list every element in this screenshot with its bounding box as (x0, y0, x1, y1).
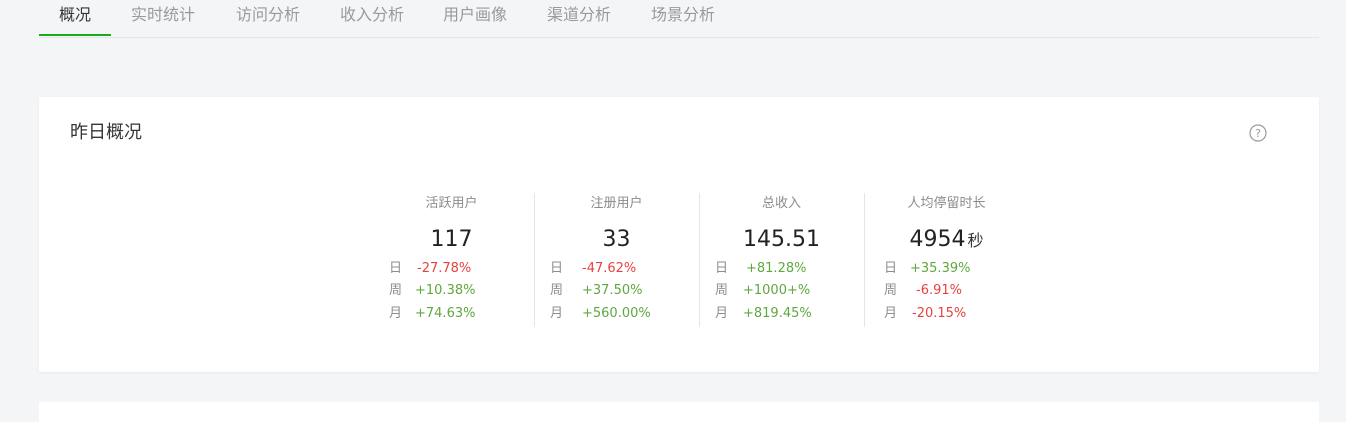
tab-scene-analysis[interactable]: 场景分析 (651, 4, 715, 26)
active-tab-indicator (39, 34, 111, 36)
stats-group: 活跃用户 117 日 -27.78% 周 +10.38% 月 +74.63% 注… (369, 193, 999, 327)
compare-value: +81.28% (746, 261, 807, 276)
stat-label: 活跃用户 (425, 196, 478, 211)
stat-value: 117 (369, 225, 534, 255)
tab-channel-analysis[interactable]: 渠道分析 (547, 4, 611, 26)
question-circle-icon[interactable]: ? (1249, 124, 1267, 142)
stat-number: 117 (430, 227, 473, 252)
stat-value: 4954 秒 (864, 225, 1029, 256)
stat-number: 145.51 (743, 227, 820, 252)
yesterday-overview-card: 昨日概况 ? 活跃用户 117 日 -27.78% 周 +10.38% 月 +7… (39, 97, 1319, 372)
compare-value: +560.00% (582, 306, 651, 321)
compare-key: 月 (550, 306, 564, 321)
compare-value: +10.38% (415, 283, 476, 298)
stat-number: 4954 (909, 227, 966, 252)
stat-label: 人均停留时长 (907, 196, 986, 211)
compare-value: -47.62% (582, 261, 637, 276)
compare-key: 月 (389, 306, 403, 321)
compare-value: +37.50% (582, 283, 643, 298)
stat-value: 145.51 (699, 225, 864, 255)
compare-key: 日 (550, 261, 564, 276)
tab-revenue-analysis[interactable]: 收入分析 (340, 4, 404, 26)
stat-number: 33 (602, 227, 631, 252)
compare-key: 月 (884, 306, 898, 321)
tab-bar: 概况 实时统计 访问分析 收入分析 用户画像 渠道分析 场景分析 (39, 0, 1319, 38)
compare-key: 周 (715, 283, 729, 298)
stat-registered-users: 注册用户 33 日 -47.62% 周 +37.50% 月 +560.00% (534, 193, 700, 327)
compare-value: -27.78% (417, 261, 472, 276)
compare-value: -20.15% (912, 306, 967, 321)
card-title: 昨日概况 (70, 122, 142, 143)
stat-unit: 秒 (967, 231, 984, 250)
tab-overview[interactable]: 概况 (59, 4, 91, 26)
compare-key: 周 (389, 283, 403, 298)
compare-value: +819.45% (743, 306, 812, 321)
compare-key: 日 (389, 261, 403, 276)
tab-realtime-stats[interactable]: 实时统计 (131, 4, 195, 26)
compare-key: 周 (884, 283, 898, 298)
stat-value: 33 (534, 225, 699, 255)
next-card (39, 402, 1319, 422)
stat-active-users: 活跃用户 117 日 -27.78% 周 +10.38% 月 +74.63% (369, 193, 535, 327)
compare-key: 日 (715, 261, 729, 276)
stat-avg-stay-duration: 人均停留时长 4954 秒 日 +35.39% 周 -6.91% 月 -20.15… (864, 193, 1029, 327)
tab-user-profile[interactable]: 用户画像 (443, 4, 507, 26)
stat-label: 注册用户 (590, 196, 643, 211)
tab-visit-analysis[interactable]: 访问分析 (236, 4, 300, 26)
compare-value: +74.63% (415, 306, 476, 321)
compare-key: 月 (715, 306, 729, 321)
compare-value: -6.91% (916, 283, 962, 298)
svg-text:?: ? (1255, 127, 1261, 140)
compare-value: +35.39% (910, 261, 971, 276)
stat-total-revenue: 总收入 145.51 日 +81.28% 周 +1000+% 月 +819.45… (699, 193, 865, 327)
stat-label: 总收入 (761, 196, 801, 211)
compare-key: 日 (884, 261, 898, 276)
compare-value: +1000+% (743, 283, 811, 298)
compare-key: 周 (550, 283, 564, 298)
